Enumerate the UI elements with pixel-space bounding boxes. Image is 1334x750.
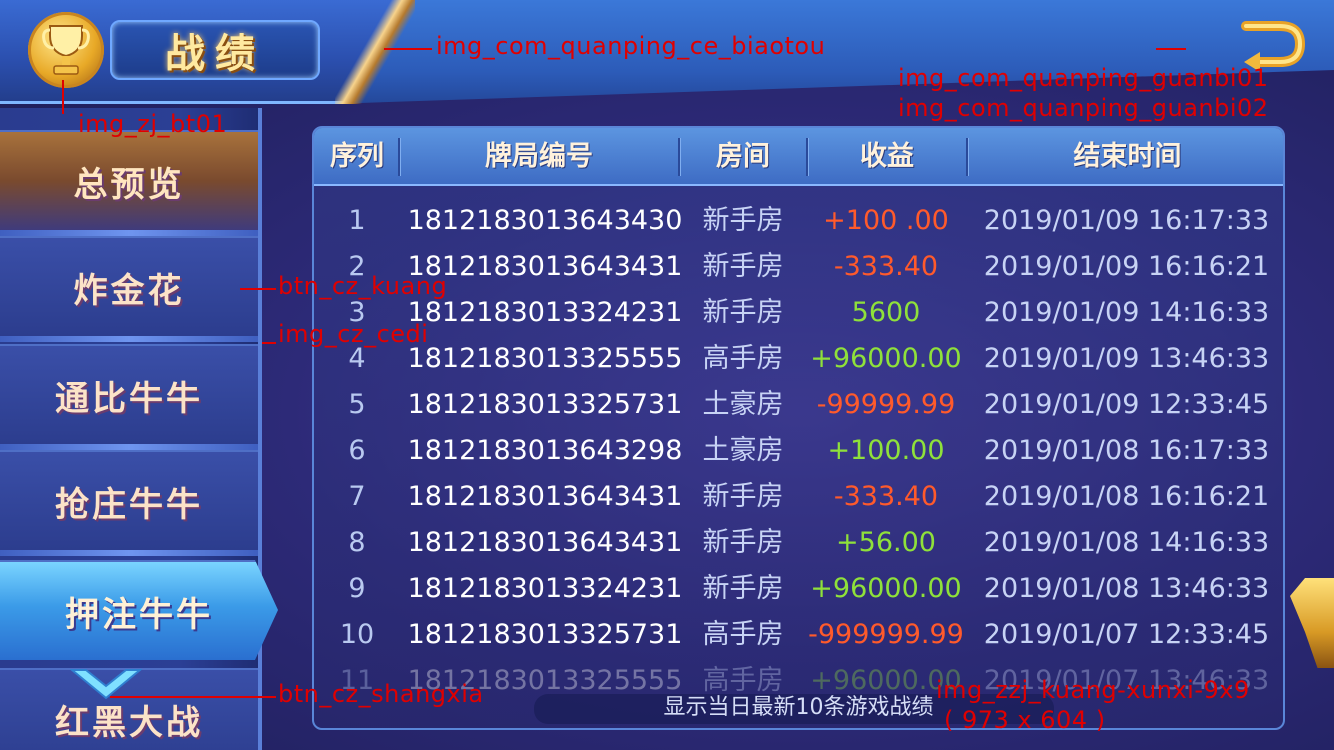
trophy-icon [28, 12, 104, 88]
annotation-close-1: img_com_quanping_guanbi01 [898, 64, 1269, 92]
tab-zhajinhua[interactable]: 炸金花 [0, 236, 258, 336]
row-round-id: 1812183013643431 [407, 527, 683, 558]
header-gold-edge [335, 0, 415, 104]
annotation-line [62, 80, 64, 114]
row-round-id: 1812183013325731 [407, 389, 683, 420]
row-round-id: 1812183013643298 [407, 435, 683, 466]
table-row: 7 1812183013643431 新手房 -333.40 2019/01/08 16… [314, 474, 1283, 520]
row-profit: -99999.99 [816, 389, 956, 420]
annotation-close-2: img_com_quanping_guanbi02 [898, 94, 1269, 122]
tab-label: 押注牛牛 [65, 594, 213, 635]
table-row: 1 1812183013643430 新手房 +100 .00 2019/01/09 1… [314, 198, 1283, 244]
row-end-time: 2019/01/09 14:16:33 [983, 297, 1270, 328]
row-profit: +56.00 [836, 527, 936, 558]
table-row: 3 1812183013324231 新手房 5600 2019/01/09 14:16… [314, 290, 1283, 336]
annotation-header-strip: img_com_quanping_ce_biaotou [436, 32, 826, 60]
row-profit: -333.40 [833, 251, 939, 282]
row-end-time: 2019/01/07 12:33:45 [983, 619, 1270, 650]
row-room: 新手房 [702, 527, 784, 558]
row-room: 土豪房 [702, 435, 784, 466]
tab-tongbi-niuniu[interactable]: 通比牛牛 [0, 344, 258, 444]
table-row: 9 1812183013324231 新手房 +96000.00 2019/01/08 … [314, 566, 1283, 612]
row-index: 8 [348, 527, 366, 558]
table-row: 10 1812183013325731 高手房 -999999.99 2019/01/0… [314, 612, 1283, 658]
row-round-id: 1812183013324231 [407, 573, 683, 604]
row-round-id: 1812183013325731 [407, 619, 683, 650]
row-round-id: 1812183013325555 [407, 343, 683, 374]
annotation-line [1156, 48, 1186, 50]
tab-label: 通比牛牛 [55, 378, 203, 419]
row-room: 新手房 [702, 205, 784, 236]
annotation-tab-frame: btn_cz_kuang [278, 272, 448, 300]
table-row: 4 1812183013325555 高手房 +96000.00 2019/01/09 … [314, 336, 1283, 382]
tab-yazhu-niuniu[interactable]: 押注牛牛 [0, 560, 278, 660]
row-profit: -999999.99 [808, 619, 964, 650]
row-profit: +96000.00 [810, 573, 962, 604]
row-room: 土豪房 [702, 389, 784, 420]
column-header-index: 序列 [330, 141, 384, 172]
row-index: 9 [348, 573, 366, 604]
records-panel: 序列 牌局编号 房间 收益 结束时间 1 1812183013643430 新手房 +… [312, 126, 1285, 730]
row-round-id: 1812183013643431 [407, 481, 683, 512]
row-profit: -333.40 [833, 481, 939, 512]
annotation-panel-size: ( 973 x 604 ) [944, 706, 1106, 734]
column-header-profit: 收益 [860, 141, 914, 172]
row-room: 新手房 [702, 251, 784, 282]
row-end-time: 2019/01/08 13:46:33 [983, 573, 1270, 604]
row-index: 5 [348, 389, 366, 420]
row-room: 新手房 [702, 481, 784, 512]
back-arrow-icon [1241, 21, 1306, 72]
back-button[interactable] [1240, 14, 1306, 72]
scroll-down-chevron-icon[interactable] [70, 668, 142, 704]
row-profit: +96000.00 [810, 343, 962, 374]
annotation-line [240, 288, 276, 290]
column-header-end-time: 结束时间 [1073, 141, 1182, 172]
table-header: 序列 牌局编号 房间 收益 结束时间 [314, 128, 1283, 186]
row-index: 1 [348, 205, 366, 236]
annotation-scroll: btn_cz_shangxia [278, 680, 484, 708]
annotation-panel: img_zzj_kuang-xunxi-9x9 [936, 676, 1250, 704]
annotation-trophy: img_zj_bt01 [78, 110, 228, 138]
row-end-time: 2019/01/09 12:33:45 [983, 389, 1270, 420]
page-title-plate: 战绩 [110, 20, 320, 80]
row-room: 高手房 [702, 343, 784, 374]
row-end-time: 2019/01/08 16:16:21 [983, 481, 1270, 512]
row-index: 6 [348, 435, 366, 466]
row-profit: +100 .00 [823, 205, 949, 236]
game-category-sidebar: 总预览 炸金花 通比牛牛 抢庄牛牛 押注牛牛 红黑大战 [0, 108, 278, 750]
row-room: 新手房 [702, 297, 784, 328]
row-room: 新手房 [702, 573, 784, 604]
table-row: 5 1812183013325731 土豪房 -99999.99 2019/01/09 … [314, 382, 1283, 428]
table-row: 2 1812183013643431 新手房 -333.40 2019/01/09 16… [314, 244, 1283, 290]
row-end-time: 2019/01/09 16:17:33 [983, 205, 1270, 236]
column-header-round-id: 牌局编号 [485, 141, 593, 172]
column-header-room: 房间 [716, 141, 770, 172]
table-row: 8 1812183013643431 新手房 +56.00 2019/01/08 14:… [314, 520, 1283, 566]
corner-trophy-icon [1290, 578, 1334, 668]
annotation-line [384, 48, 432, 50]
row-end-time: 2019/01/09 13:46:33 [983, 343, 1270, 374]
row-profit: +100.00 [827, 435, 945, 466]
row-end-time: 2019/01/08 16:17:33 [983, 435, 1270, 466]
annotation-line [110, 696, 276, 698]
tab-label: 抢庄牛牛 [55, 484, 203, 525]
table-row: 6 1812183013643298 土豪房 +100.00 2019/01/08 16… [314, 428, 1283, 474]
tab-qiangzhuang-niuniu[interactable]: 抢庄牛牛 [0, 450, 258, 550]
tab-label: 炸金花 [73, 270, 185, 311]
row-round-id: 1812183013643430 [407, 205, 683, 236]
annotation-line [262, 342, 276, 344]
tab-divider [0, 550, 258, 556]
row-profit: 5600 [851, 297, 921, 328]
tab-divider [0, 336, 258, 342]
row-index: 7 [348, 481, 366, 512]
row-end-time: 2019/01/09 16:16:21 [983, 251, 1270, 282]
tab-overview[interactable]: 总预览 [0, 130, 258, 230]
tab-label: 总预览 [73, 164, 185, 205]
annotation-tab-bg: img_cz_cedi [278, 320, 429, 348]
row-room: 高手房 [702, 619, 784, 650]
row-index: 10 [339, 619, 375, 650]
row-end-time: 2019/01/08 14:16:33 [983, 527, 1270, 558]
page-title: 战绩 [165, 31, 265, 77]
